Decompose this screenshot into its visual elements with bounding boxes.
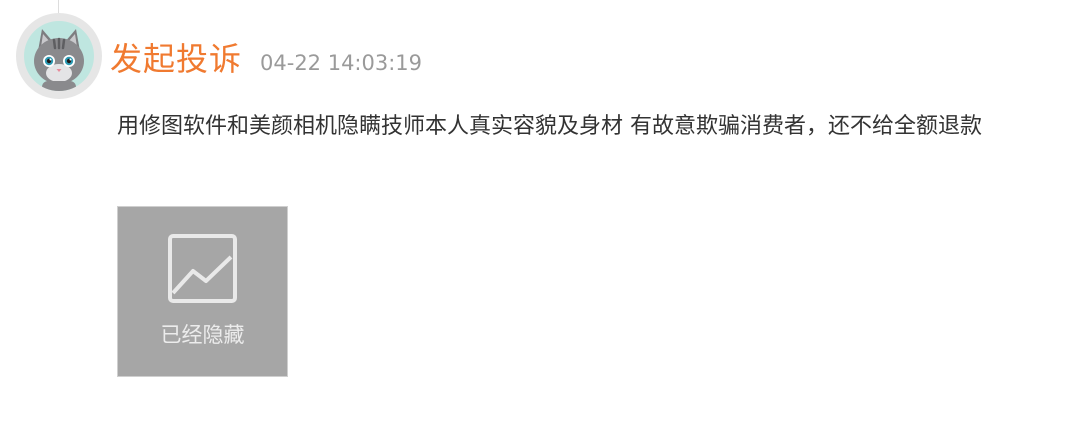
avatar (16, 13, 102, 99)
image-placeholder-icon (168, 234, 237, 303)
event-header: 发起投诉 04-22 14:03:19 (110, 34, 422, 80)
cat-avatar-icon (34, 29, 84, 91)
hidden-image-attachment[interactable]: 已经隐藏 (117, 206, 288, 377)
event-title: 发起投诉 (110, 40, 243, 78)
complaint-text: 用修图软件和美颜相机隐瞒技师本人真实容貌及身材 有故意欺骗消费者，还不给全额退款 (117, 114, 982, 139)
hidden-label: 已经隐藏 (160, 323, 245, 347)
timeline-connector (58, 0, 59, 14)
event-timestamp: 04-22 14:03:19 (260, 51, 423, 75)
